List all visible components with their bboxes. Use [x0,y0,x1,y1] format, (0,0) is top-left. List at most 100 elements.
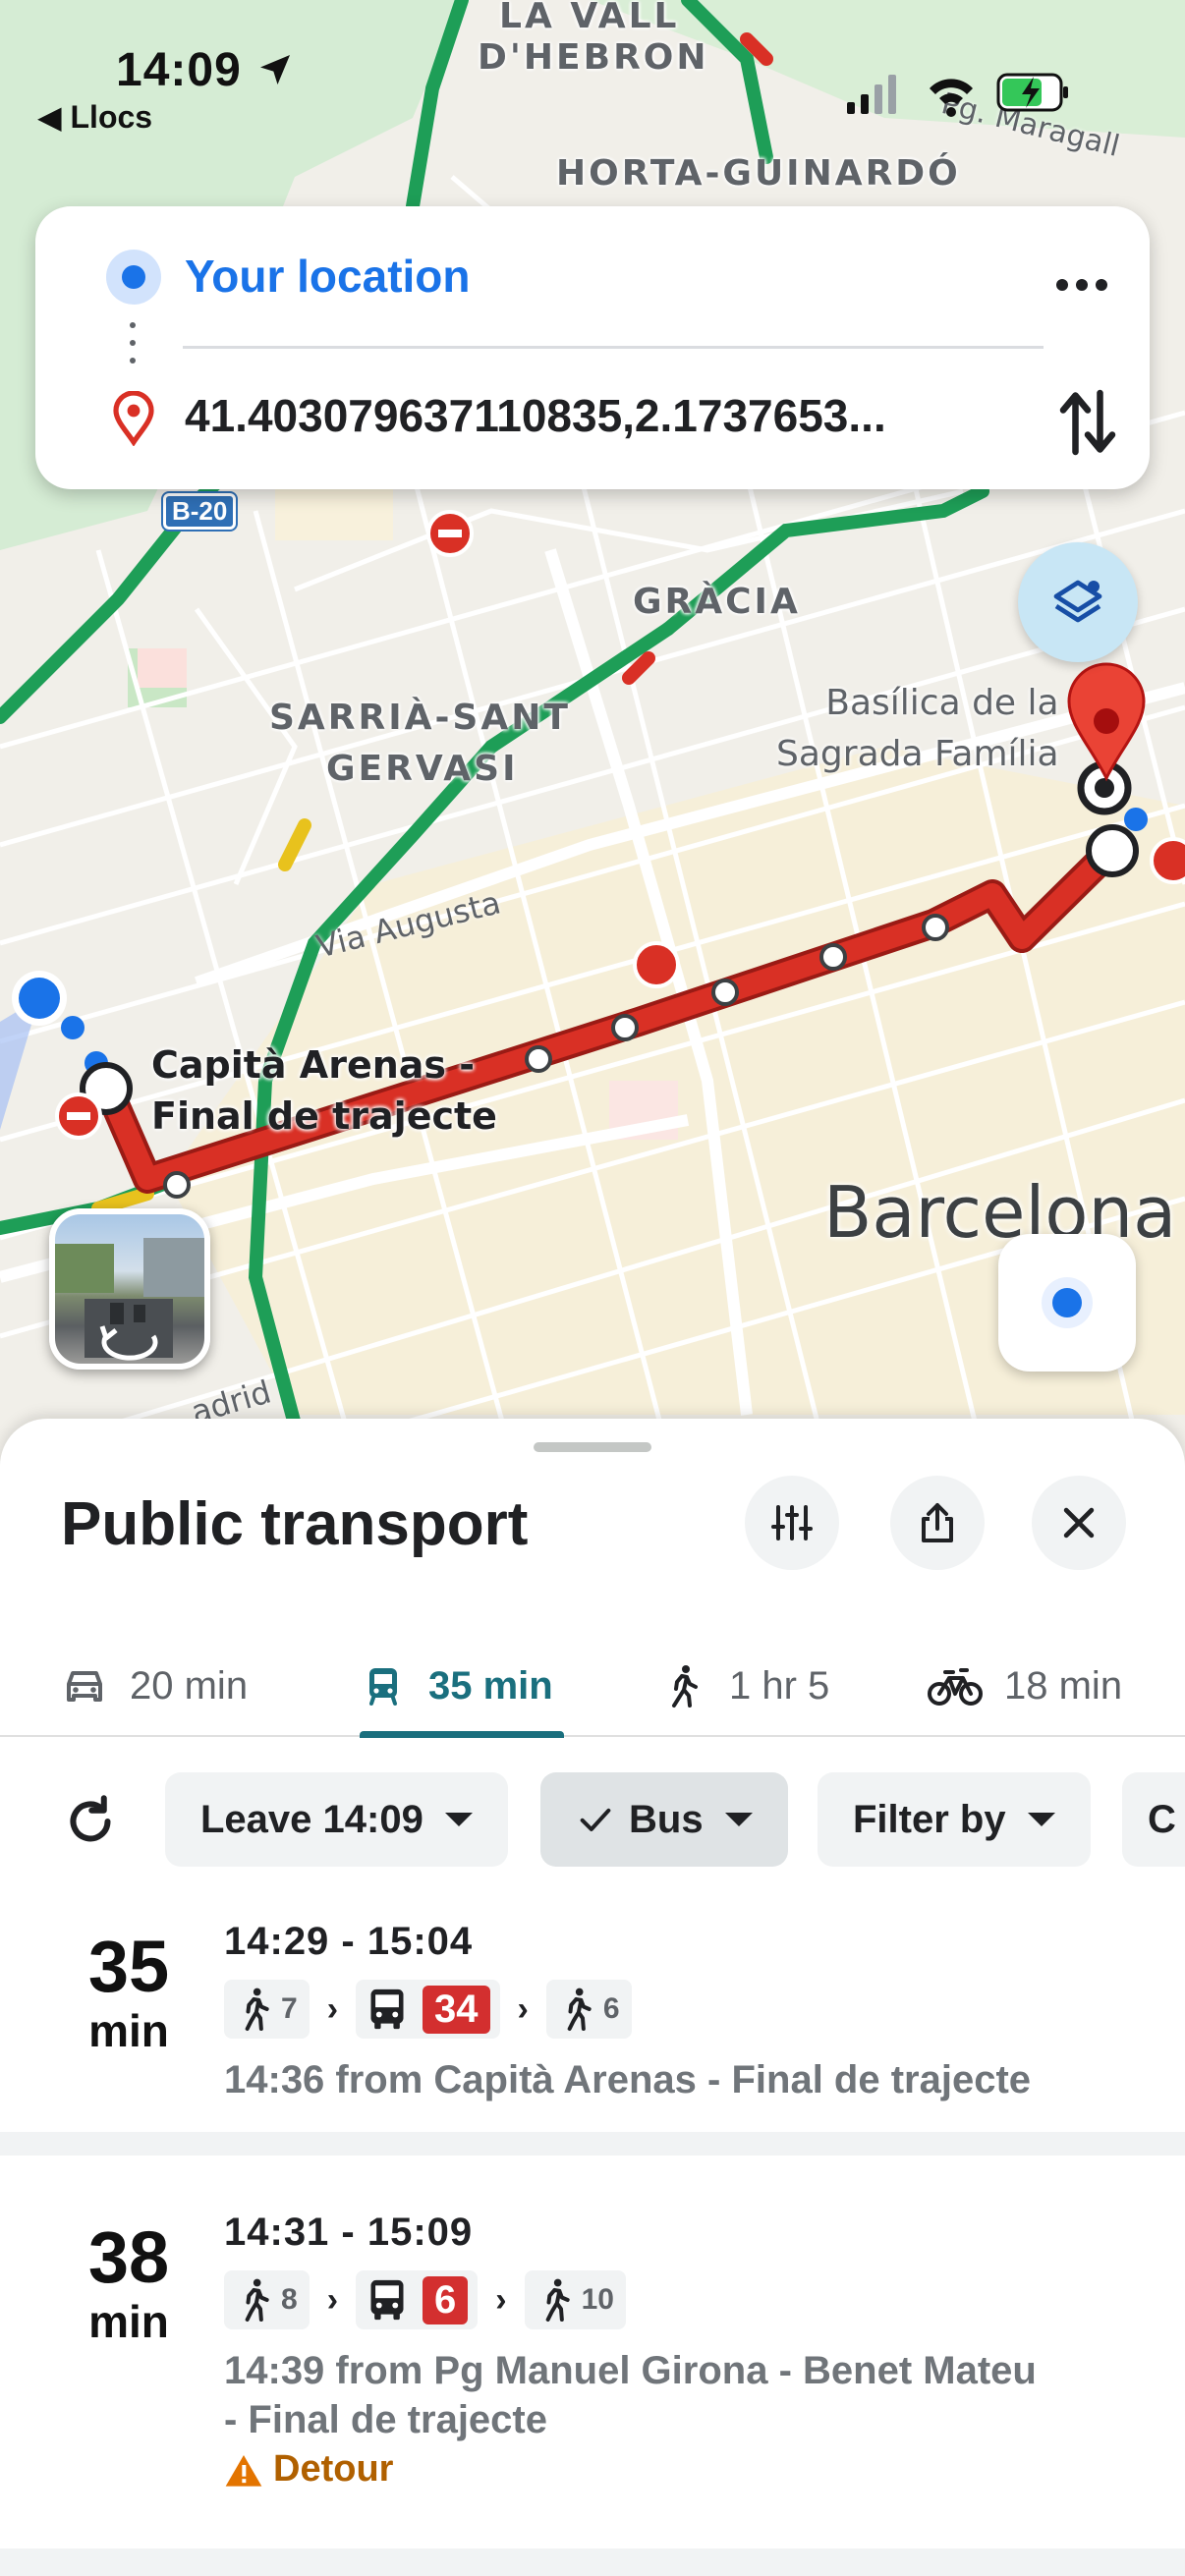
district-label: GERVASI [326,749,519,789]
chip-label: Filter by [853,1797,1006,1841]
walking-icon [245,2278,269,2322]
dropdown-caret-icon [444,1813,473,1826]
directions-card: Your location 41.403079637110835,2.17376… [35,206,1150,489]
route-duration: 38 min [0,2218,257,2347]
step-separator-icon: › [495,2280,507,2319]
street-view-thumbnail[interactable] [49,1208,210,1370]
duration-unit: min [88,2005,169,2056]
destination-field[interactable]: 41.403079637110835,2.1737653... [185,389,886,442]
bus-step: 6 [356,2270,479,2329]
poi-label-line: Sagrada Família [776,734,1059,774]
route-departure-line: 14:39 from Pg Manuel Girona - Benet Mate… [224,2349,1037,2392]
layers-icon [1053,580,1102,623]
walking-icon [245,1988,269,2031]
walk-step: 7 [224,1980,310,2039]
tab-driving[interactable]: 20 min [61,1635,248,1737]
my-location-icon [1042,1277,1093,1328]
map-view[interactable]: LA VALL D'HEBRON HORTA-GUINARDÓ GRÀCIA S… [0,0,1185,1474]
duration-value: 35 [87,1926,170,2007]
bus-step: 34 [356,1980,500,2039]
wifi-icon [930,79,973,117]
swap-directions-button[interactable] [1053,383,1122,462]
walk-minutes: 7 [281,1992,298,2025]
detour-alert: Detour [224,2448,393,2491]
district-label: HORTA-GUINARDÓ [556,153,961,194]
tab-cycling[interactable]: 18 min [928,1635,1122,1737]
filter-by-chip[interactable]: Filter by [818,1772,1091,1867]
step-separator-icon: › [517,1989,529,2028]
refresh-button[interactable] [61,1792,120,1851]
layers-button[interactable] [1018,542,1138,662]
drag-handle[interactable] [534,1442,651,1452]
close-button[interactable] [1032,1476,1126,1570]
origin-field[interactable]: Your location [185,250,471,303]
route-separator [0,2548,1185,2576]
tab-label: 35 min [428,1663,553,1708]
tab-walking[interactable]: 1 hr 5 [660,1635,829,1737]
directions-screen: LA VALL D'HEBRON HORTA-GUINARDÓ GRÀCIA S… [0,0,1185,2576]
district-label: GRÀCIA [633,582,801,622]
walk-minutes: 10 [581,2283,614,2316]
route-steps: 7 › 34 › 6 [224,1979,632,2040]
car-icon [67,1671,102,1702]
walking-icon [672,1665,698,1708]
share-button[interactable] [890,1476,985,1570]
status-icons-svg [847,73,1068,117]
walk-step: 6 [545,1980,632,2039]
bus-filter-chip[interactable]: Bus [540,1772,788,1867]
route-departure-line: - Final de trajecte [224,2398,547,2441]
origin-dot-icon [106,250,161,305]
warning-icon [225,2454,262,2487]
bus-line-badge: 34 [423,1985,490,2034]
transit-icon [369,1668,397,1706]
refresh-icon [70,1795,111,1842]
route-connector-icon [130,322,138,371]
battery-icon [996,73,1068,112]
active-tab-indicator [360,1731,564,1738]
back-app-label: Llocs [70,99,153,135]
walk-step: 10 [524,2270,626,2329]
poi-label-sagrada-familia[interactable]: Basílica de la Sagrada Família [776,678,1059,780]
stop-label-capita-arenas[interactable]: Capità Arenas - Final de trajecte [151,1039,497,1142]
dropdown-caret-icon [1027,1813,1055,1826]
route-option[interactable]: 38 min 14:31 - 15:09 8 › 6 › 10 14:39 fr… [0,2156,1185,2550]
step-separator-icon: › [326,1989,339,2028]
walk-step: 8 [224,2270,310,2329]
bicycle-icon [928,1668,983,1706]
travel-mode-tabs: 20 min 35 min 1 hr 5 18 min [0,1635,1185,1738]
directions-sheet: Public transport 20 min 35 min 1 hr 5 18… [0,1419,1185,2576]
more-filter-chip[interactable]: C [1122,1772,1185,1867]
share-icon [922,1503,953,1542]
tab-transit[interactable]: 35 min [360,1635,553,1737]
chip-label: Bus [629,1797,704,1841]
depart-time-chip[interactable]: Leave 14:09 [165,1772,508,1867]
route-separator [0,2132,1185,2156]
route-times: 14:31 - 15:09 [224,2211,474,2254]
district-label: SARRIÀ-SANT [269,698,571,738]
chip-label: C [1148,1797,1176,1841]
route-departure-info: 14:39 from Pg Manuel Girona - Benet Mate… [224,2346,1148,2444]
route-options-button[interactable] [745,1476,839,1570]
walk-minutes: 6 [602,1992,620,2025]
route-duration: 35 min [0,1926,257,2056]
back-arrow-icon: ◀ [37,99,71,135]
destination-pin-icon [113,391,154,446]
district-label: D'HEBRON [478,37,709,78]
back-to-app-link[interactable]: ◀ Llocs [37,98,152,136]
duration-unit: min [88,2296,169,2347]
district-label: LA VALL [499,0,680,36]
stop-label-line: Capità Arenas - [151,1043,476,1087]
bus-icon [370,1988,404,2030]
stop-label-line: Final de trajecte [151,1094,497,1138]
status-time: 14:09 [116,43,295,97]
street-view-image [55,1238,204,1361]
tab-label: 20 min [130,1663,249,1708]
my-location-button[interactable] [998,1234,1136,1372]
more-options-button[interactable] [1047,257,1116,312]
route-departure-info: 14:36 from Capità Arenas - Final de traj… [224,2058,1032,2101]
poi-label-line: Basílica de la [825,683,1059,723]
route-times: 14:29 - 15:04 [224,1920,474,1963]
sheet-title: Public transport [61,1490,529,1558]
walk-minutes: 8 [281,2283,298,2316]
road-shield: B-20 [160,491,239,532]
